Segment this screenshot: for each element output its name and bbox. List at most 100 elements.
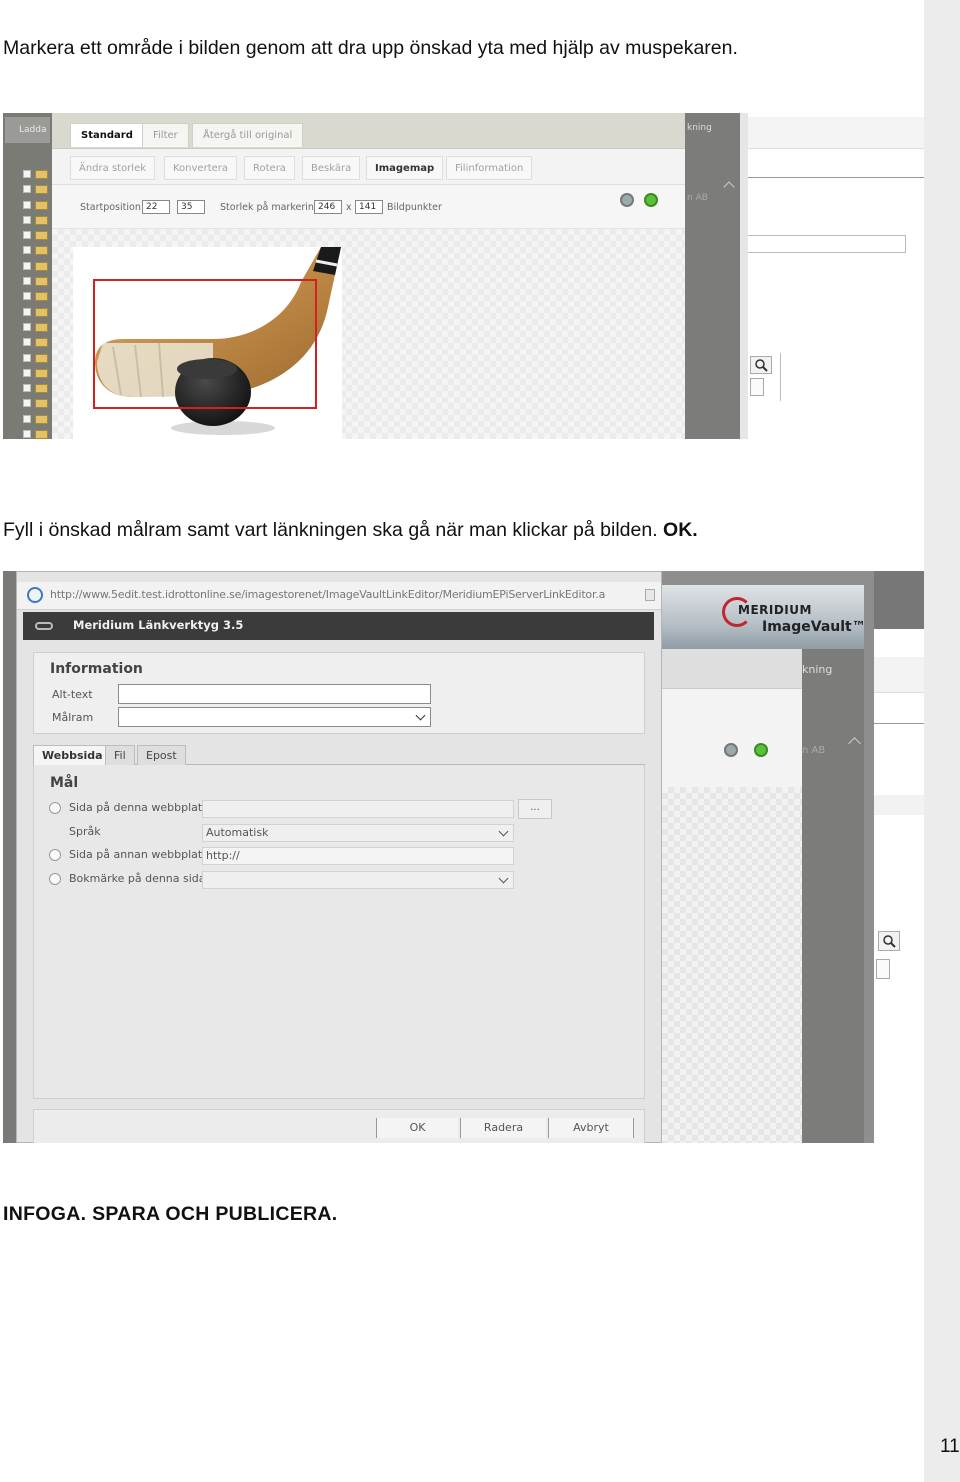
folder-icon [35,277,48,287]
tree-row[interactable] [5,305,52,320]
target-frame-label: Målram [52,711,94,724]
brand-product: ImageVault™ [762,619,866,635]
delete-button[interactable]: Radera [460,1118,546,1138]
tree-row[interactable] [5,351,52,366]
bookmark-select[interactable] [202,871,514,889]
instruction-2: Fyll i önskad målram samt vart länkninge… [3,519,698,542]
tree-row[interactable] [5,243,52,258]
rotate-button[interactable]: Rotera [244,156,295,180]
tree-row[interactable] [5,427,52,439]
tab-filter[interactable]: Filter [142,123,189,147]
tree-header[interactable]: Ladda [5,117,50,143]
folder-icon [35,185,48,195]
instruction-1: Markera ett område i bilden genom att dr… [3,37,738,59]
tree-row[interactable] [5,335,52,350]
selection-width-field[interactable]: 246 [314,200,342,214]
page-icon [645,589,655,601]
background-vline [780,353,781,401]
radio-this-site[interactable] [49,802,61,814]
information-heading: Information [50,661,143,677]
background-editor-panel [662,649,802,1143]
bookmark-label: Bokmärke på denna sida [69,872,206,885]
minus-icon [750,378,764,396]
tab-file[interactable]: Fil [105,745,135,765]
radio-other-site[interactable] [49,849,61,861]
address-bar: http://www.5edit.test.idrottonline.se/im… [17,582,661,610]
selection-rectangle[interactable] [93,279,317,409]
link-tool-screenshot: http://www.5edit.test.idrottonline.se/im… [3,571,924,1143]
start-y-field[interactable]: 35 [177,200,205,214]
tree-row[interactable] [5,396,52,411]
tab-email[interactable]: Epost [137,745,186,765]
background-divider [748,177,924,178]
tree-rows [5,167,52,439]
folder-icon [35,215,48,225]
convert-button[interactable]: Konvertera [164,156,238,180]
tab-webpage[interactable]: Webbsida [33,745,112,765]
selection-height-field[interactable]: 141 [355,200,383,214]
background-page [748,113,924,439]
editor-panel: Standard Filter Återgå till original Änd… [52,113,685,439]
resize-button[interactable]: Ändra storlek [70,156,156,180]
background-bar [874,657,924,693]
tree-row[interactable] [5,366,52,381]
link-dialog: http://www.5edit.test.idrottonline.se/im… [16,571,662,1143]
folder-icon [35,200,48,210]
link-type-tabs: Webbsida Fil Epost [33,745,645,765]
imagemap-button[interactable]: Imagemap [366,156,444,180]
apply-icon[interactable] [644,193,658,207]
tree-row[interactable] [5,198,52,213]
this-site-field[interactable] [202,800,514,818]
folder-icon [35,368,48,378]
instruction-3: INFOGA. SPARA OCH PUBLICERA. [3,1203,338,1225]
tree-row[interactable] [5,213,52,228]
minus-icon [876,959,890,979]
crop-button[interactable]: Beskära [302,156,361,180]
selection-info-row: Startposition: 22 35 Storlek på markerin… [52,185,685,229]
image-canvas[interactable] [52,229,685,439]
dialog-title: Meridium Länkverktyg 3.5 [73,618,244,632]
size-unit-label: Bildpunkter [387,202,442,213]
folder-icon [35,353,48,363]
link-icon [35,622,53,630]
tree-row[interactable] [5,289,52,304]
file-tree: Ladda [3,113,52,439]
background-divider [874,723,924,724]
tree-row[interactable] [5,259,52,274]
address-url[interactable]: http://www.5edit.test.idrottonline.se/im… [50,588,605,601]
hockey-stick-image [73,247,342,439]
search-icon [750,356,772,374]
language-select[interactable]: Automatisk [202,824,514,842]
browse-button[interactable]: ... [518,799,552,819]
radio-bookmark[interactable] [49,873,61,885]
background-input [748,235,906,253]
undo-icon[interactable] [620,193,634,207]
target-frame-select[interactable] [118,707,431,727]
folder-icon [35,384,48,394]
tree-row[interactable] [5,167,52,182]
folder-icon [35,307,48,317]
alt-text-field[interactable] [118,684,431,704]
tree-row[interactable] [5,320,52,335]
other-site-label: Sida på annan webbplats [69,848,208,861]
start-x-field[interactable]: 22 [142,200,170,214]
folder-icon [35,292,48,302]
folder-icon [35,430,48,439]
cancel-button[interactable]: Avbryt [548,1118,634,1138]
dialog-footer: OK Radera Avbryt [33,1109,645,1143]
tab-restore-original[interactable]: Återgå till original [192,123,304,147]
brand-header: MERIDIUM ImageVault™ [662,585,866,649]
chevron-up-icon [848,737,861,750]
background-text: kning [802,663,833,676]
tree-row[interactable] [5,412,52,427]
tree-row[interactable] [5,182,52,197]
apply-icon [754,743,768,757]
file-info-button[interactable]: Filinformation [446,156,533,180]
tree-row[interactable] [5,274,52,289]
ok-button[interactable]: OK [376,1118,458,1138]
tree-row[interactable] [5,228,52,243]
folder-icon [35,399,48,409]
tree-row[interactable] [5,381,52,396]
other-site-field[interactable]: http:// [202,847,514,865]
tab-standard[interactable]: Standard [70,123,144,147]
